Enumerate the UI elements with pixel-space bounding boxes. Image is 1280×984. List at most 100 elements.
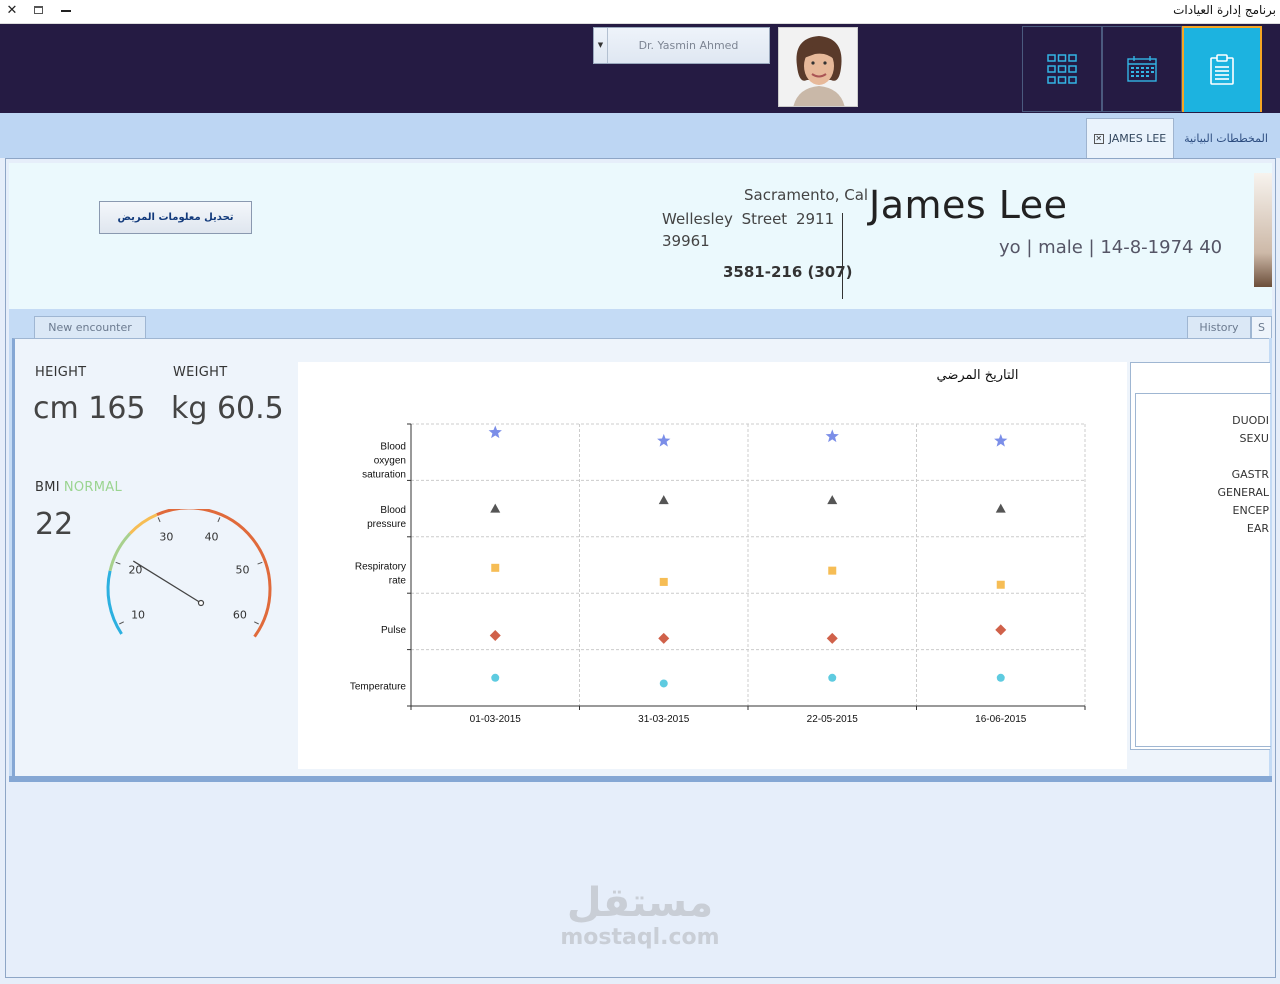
- diagnosis-item[interactable]: SEXU: [1239, 432, 1269, 445]
- patient-records-button[interactable]: [1182, 26, 1262, 112]
- diagnosis-item[interactable]: EAR: [1247, 522, 1269, 535]
- data-point-diamond[interactable]: [826, 632, 838, 644]
- y-category-label: Blood oxygen saturation: [362, 442, 406, 481]
- bmi-label-row: BMI NORMAL: [35, 480, 122, 495]
- diagnosis-item[interactable]: DUODI: [1232, 414, 1269, 427]
- encounter-area: New encounter History S HEIGHT cm 165 WE…: [9, 309, 1272, 782]
- gauge-tick-label: 60: [233, 609, 247, 622]
- doctor-avatar: [778, 27, 858, 107]
- data-point-square[interactable]: [828, 566, 837, 575]
- window-titlebar: ✕ برنامج إدارة العيادات: [0, 0, 1280, 24]
- data-point-star[interactable]: [488, 425, 502, 439]
- gauge-tick: [119, 621, 124, 625]
- bmi-value: 22: [35, 507, 74, 542]
- gauge-band: [108, 532, 132, 572]
- diagnosis-panel: DUODI SEXU GASTR GENERAL ENCEP EAR: [1130, 362, 1271, 750]
- patient-photo: [1254, 173, 1272, 287]
- app-header: ▼ Dr. Yasmin Ahmed: [0, 24, 1280, 113]
- patient-header: تحديل معلومات المريض Sacramento, Cal Wel…: [9, 163, 1272, 309]
- close-tab-icon[interactable]: ✕: [1093, 133, 1104, 144]
- data-point-circle[interactable]: [659, 679, 668, 688]
- dashboard-button[interactable]: [1022, 26, 1102, 112]
- doctor-name: Dr. Yasmin Ahmed: [638, 39, 739, 52]
- y-category-label: Pulse: [381, 625, 406, 636]
- gauge-pivot: [197, 599, 205, 607]
- data-point-diamond[interactable]: [658, 632, 670, 644]
- grid-icon: [1047, 54, 1077, 84]
- patient-phone: 3581-216 (307): [723, 263, 853, 281]
- data-point-star[interactable]: [657, 433, 671, 447]
- minimize-window-button[interactable]: [58, 2, 74, 20]
- bmi-label: BMI: [35, 480, 60, 495]
- x-tick-label: 16-06-2015: [975, 714, 1027, 725]
- x-tick-label: 01-03-2015: [470, 714, 522, 725]
- x-tick-label: 31-03-2015: [638, 714, 690, 725]
- data-point-triangle[interactable]: [658, 495, 669, 505]
- data-point-square[interactable]: [491, 563, 500, 572]
- document-tabstrip: ✕ JAMES LEE المخططات البيانية: [0, 113, 1280, 158]
- doctor-select[interactable]: ▼ Dr. Yasmin Ahmed: [593, 27, 770, 64]
- chevron-down-icon[interactable]: ▼: [594, 28, 608, 63]
- tab-history[interactable]: History: [1187, 316, 1251, 338]
- header-divider: [842, 213, 843, 299]
- calendar-icon: [1127, 56, 1157, 82]
- watermark-latin: mostaql.com: [560, 925, 720, 950]
- data-point-triangle[interactable]: [827, 495, 838, 505]
- diagnosis-item[interactable]: GASTR: [1232, 468, 1269, 481]
- data-point-circle[interactable]: [996, 673, 1005, 682]
- height-label: HEIGHT: [35, 365, 87, 380]
- data-point-square[interactable]: [996, 580, 1005, 589]
- maximize-window-button[interactable]: [30, 2, 46, 20]
- tab-s[interactable]: S: [1251, 316, 1272, 338]
- gauge-band: [128, 513, 158, 535]
- y-category-label: Respiratory rate: [355, 561, 407, 586]
- edit-patient-button[interactable]: تحديل معلومات المريض: [99, 201, 252, 234]
- diagnosis-list: DUODI SEXU GASTR GENERAL ENCEP EAR: [1135, 393, 1271, 747]
- weight-label: WEIGHT: [173, 365, 228, 380]
- diagnosis-item[interactable]: ENCEP: [1233, 504, 1269, 517]
- medical-history-chart: التاريخ المرضي Temperature Pulse Respirato…: [298, 362, 1127, 769]
- gauge-tick-label: 50: [236, 564, 250, 577]
- data-point-triangle[interactable]: [490, 503, 501, 513]
- gauge-tick-label: 10: [131, 609, 145, 622]
- gauge-tick: [157, 517, 161, 523]
- close-window-button[interactable]: ✕: [4, 2, 20, 20]
- diagnosis-item[interactable]: GENERAL: [1217, 486, 1269, 499]
- tab-new-encounter[interactable]: New encounter: [34, 316, 146, 338]
- window-title: برنامج إدارة العيادات: [1173, 3, 1276, 17]
- y-category-label: Blood pressure: [367, 505, 406, 530]
- data-point-circle[interactable]: [828, 673, 837, 682]
- calendar-button[interactable]: [1102, 26, 1182, 112]
- bmi-gauge: 102030 405060: [106, 509, 272, 638]
- data-point-diamond[interactable]: [489, 630, 501, 641]
- gauge-tick: [257, 561, 263, 565]
- chart-plot: Temperature Pulse Respiratory rate Blood pres…: [350, 423, 1086, 725]
- encounter-content: HEIGHT cm 165 WEIGHT kg 60.5 BMI NORMAL 2…: [12, 338, 1271, 776]
- data-point-star[interactable]: [825, 429, 839, 443]
- height-value: cm 165: [33, 391, 146, 426]
- tab-charts[interactable]: المخططات البيانية: [1176, 118, 1276, 158]
- gauge-tick: [254, 621, 259, 625]
- weight-value: kg 60.5: [171, 391, 284, 426]
- patient-street: Wellesley Street 2911: [662, 210, 835, 228]
- patient-city: Sacramento, Cal: [744, 186, 869, 204]
- tab-patient[interactable]: ✕ JAMES LEE: [1086, 118, 1174, 158]
- data-point-square[interactable]: [659, 577, 668, 586]
- patient-name: James Lee: [869, 183, 1068, 227]
- patient-info: yo | male | 14-8-1974 40: [999, 237, 1223, 258]
- patient-zip: 39961: [662, 232, 710, 250]
- gauge-tick: [115, 561, 121, 565]
- gauge-tick-label: 40: [205, 531, 219, 544]
- clipboard-icon: [1210, 54, 1234, 85]
- gauge-band: [156, 509, 272, 638]
- gauge-tick: [217, 517, 221, 523]
- gauge-needle: [132, 560, 202, 604]
- data-point-triangle[interactable]: [995, 503, 1006, 513]
- patient-panel: تحديل معلومات المريض Sacramento, Cal Wel…: [5, 158, 1276, 978]
- watermark: مستقل mostaql.com: [560, 880, 720, 950]
- data-point-circle[interactable]: [491, 673, 500, 682]
- data-point-star[interactable]: [994, 433, 1008, 447]
- watermark-arabic: مستقل: [566, 880, 714, 926]
- data-point-diamond[interactable]: [995, 624, 1007, 636]
- bmi-status: NORMAL: [63, 480, 123, 495]
